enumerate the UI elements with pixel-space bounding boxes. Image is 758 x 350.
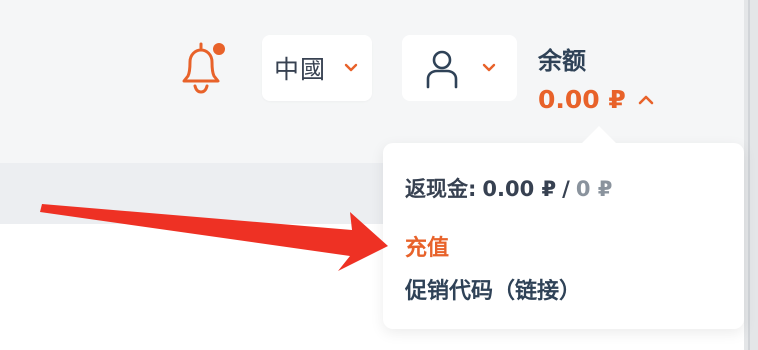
language-label: 中國 [274, 55, 327, 84]
cashback-row: 返现金: 0.00 ₽ / 0 ₽ [405, 173, 612, 203]
language-select[interactable]: 中國 [262, 35, 372, 101]
scrollbar-track [748, 0, 750, 350]
cashback-separator: / [562, 177, 570, 201]
cashback-pending: 0 ₽ [575, 177, 613, 201]
notifications-button[interactable] [176, 40, 226, 96]
cashback-value: 0.00 ₽ [482, 177, 557, 201]
balance-title: 余额 [538, 47, 586, 75]
chevron-down-icon [482, 63, 496, 72]
user-icon [426, 50, 458, 89]
scrollbar[interactable] [744, 0, 758, 350]
balance-toggle[interactable]: 0.00 ₽ [538, 82, 654, 116]
account-menu-button[interactable] [402, 35, 517, 101]
balance-dropdown: 返现金: 0.00 ₽ / 0 ₽ 充值 促销代码（链接） [383, 126, 744, 329]
chevron-down-icon [344, 63, 358, 72]
bell-icon [182, 42, 225, 94]
promo-code-link[interactable]: 促销代码（链接） [405, 273, 581, 305]
balance-amount: 0.00 ₽ [538, 84, 626, 114]
unread-dot [213, 43, 225, 55]
topup-link[interactable]: 充值 [405, 230, 449, 262]
cashback-label: 返现金: [405, 177, 477, 201]
chevron-up-icon [638, 95, 654, 105]
